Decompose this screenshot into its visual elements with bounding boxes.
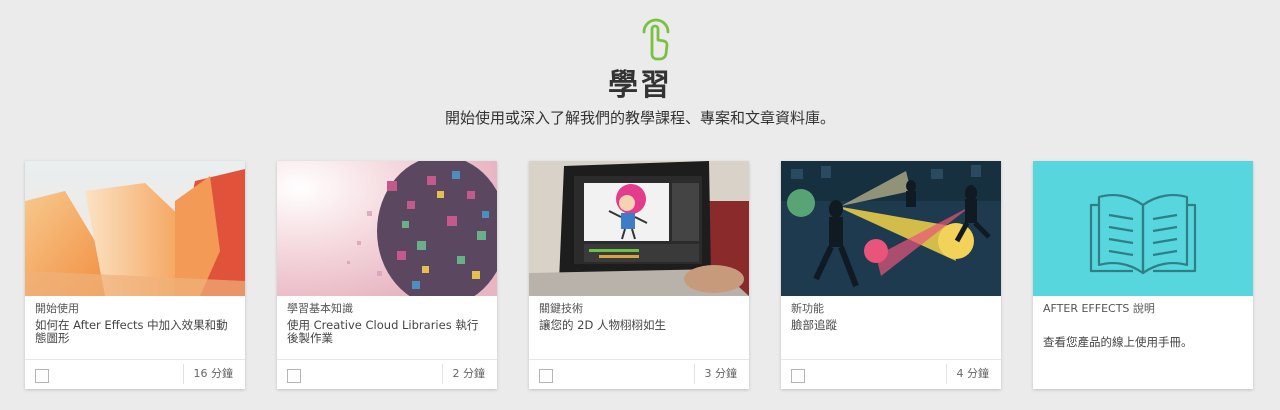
- help-card-after-effects[interactable]: AFTER EFFECTS 說明 查看您產品的線上使用手冊。: [1033, 161, 1253, 389]
- tutorial-card-basics[interactable]: 學習基本知識 使用 Creative Cloud Libraries 執行後製作…: [277, 161, 497, 389]
- completed-checkbox[interactable]: [35, 369, 49, 383]
- card-footer: 2 分鐘: [277, 359, 497, 389]
- open-book-icon: [1089, 194, 1197, 275]
- card-title[interactable]: 讓您的 2D 人物栩栩如生: [539, 319, 739, 332]
- card-kicker: 學習基本知識: [287, 302, 353, 315]
- card-footer: 16 分鐘: [25, 359, 245, 389]
- card-title[interactable]: 臉部追蹤: [791, 319, 991, 332]
- pixel-swirl-image: [277, 161, 497, 296]
- card-footer: 3 分鐘: [529, 359, 749, 389]
- completed-checkbox[interactable]: [287, 369, 301, 383]
- page-subtitle: 開始使用或深入了解我們的教學課程、專案和文章資料庫。: [444, 109, 835, 127]
- card-kicker: 開始使用: [35, 302, 79, 315]
- laptop-animation-image: [529, 161, 749, 296]
- card-title[interactable]: 如何在 After Effects 中加入效果和動態圖形: [35, 319, 235, 344]
- tutorial-card-new-features[interactable]: 新功能 臉部追蹤 4 分鐘: [781, 161, 1001, 389]
- card-title[interactable]: 使用 Creative Cloud Libraries 執行後製作業: [287, 319, 487, 344]
- orange-cliffs-image: [25, 161, 245, 296]
- tutorial-card-getting-started[interactable]: 開始使用 如何在 After Effects 中加入效果和動態圖形 16 分鐘: [25, 161, 245, 389]
- help-thumbnail: [1033, 161, 1253, 296]
- completed-checkbox[interactable]: [791, 369, 805, 383]
- page-title: 學習: [608, 68, 672, 103]
- duration-label: 4 分鐘: [945, 364, 1002, 384]
- tutorial-card-key-techniques[interactable]: 關鍵技術 讓您的 2D 人物栩栩如生 3 分鐘: [529, 161, 749, 389]
- card-kicker: 關鍵技術: [539, 302, 583, 315]
- tap-hand-icon: [642, 18, 670, 61]
- help-description[interactable]: 查看您產品的線上使用手冊。: [1043, 334, 1243, 350]
- card-footer: 4 分鐘: [781, 359, 1001, 389]
- card-kicker: AFTER EFFECTS 說明: [1043, 302, 1155, 315]
- card-kicker: 新功能: [791, 302, 824, 315]
- duration-label: 16 分鐘: [182, 364, 246, 384]
- face-tracking-illustration: [781, 161, 1001, 296]
- duration-label: 3 分鐘: [693, 364, 750, 384]
- completed-checkbox[interactable]: [539, 369, 553, 383]
- duration-label: 2 分鐘: [441, 364, 498, 384]
